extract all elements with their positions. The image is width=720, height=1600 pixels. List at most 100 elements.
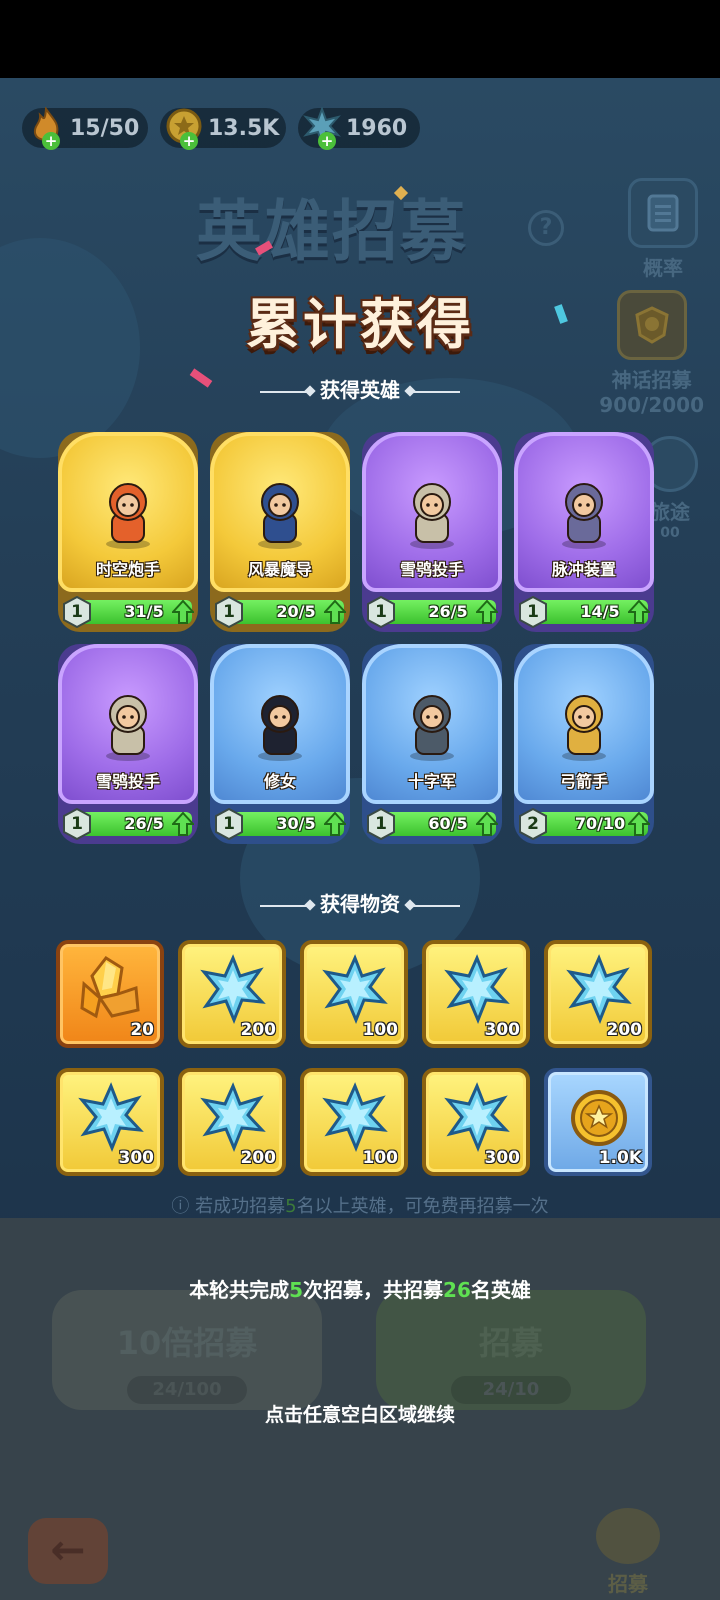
item-quantity: 300 xyxy=(118,1148,155,1168)
energy-counter[interactable]: + 15/50 xyxy=(22,107,148,150)
add-gold-icon[interactable]: + xyxy=(180,132,198,150)
hero-name: 脉冲装置 xyxy=(551,560,616,579)
summary-text-3: 名英雄 xyxy=(470,1278,531,1302)
summary-times: 5 xyxy=(289,1278,304,1302)
upgrade-arrow-icon xyxy=(322,599,348,624)
hero-level-badge: 1 xyxy=(62,596,92,628)
item-quantity: 300 xyxy=(484,1020,521,1040)
add-crystal-icon[interactable]: + xyxy=(318,132,336,150)
hero-level: 1 xyxy=(223,602,235,622)
upgrade-arrow-icon xyxy=(322,811,348,836)
reward-item[interactable]: 300 xyxy=(422,1068,530,1176)
hero-card[interactable]: 雪鸮投手 26/5 1 xyxy=(362,432,502,632)
item-quantity: 200 xyxy=(240,1020,277,1040)
hero-card[interactable]: 十字军 60/5 1 xyxy=(362,644,502,844)
divider xyxy=(260,904,310,907)
reward-item[interactable]: 1.0K xyxy=(544,1068,652,1176)
upgrade-arrow-icon xyxy=(170,599,196,624)
heroes-section-header: 获得英雄 xyxy=(0,374,720,403)
hero-card[interactable]: 弓箭手 70/10 2 xyxy=(514,644,654,844)
hero-level-badge: 1 xyxy=(366,596,396,628)
add-energy-icon[interactable]: + xyxy=(42,132,60,150)
hero-level: 1 xyxy=(71,602,83,622)
divider xyxy=(260,390,310,393)
hero-name: 雪鸮投手 xyxy=(95,772,160,791)
hero-portrait xyxy=(392,684,472,764)
reward-item[interactable]: 200 xyxy=(178,1068,286,1176)
crystal-counter[interactable]: + 1960 xyxy=(298,107,420,150)
hint-suffix: 名以上英雄，可免费再招募一次 xyxy=(296,1196,549,1217)
upgrade-arrow-icon xyxy=(626,599,652,624)
hero-name: 风暴魔导 xyxy=(247,560,312,579)
hero-name: 弓箭手 xyxy=(559,772,608,791)
hero-portrait xyxy=(392,472,472,552)
gold-value: 13.5K xyxy=(208,115,280,141)
item-quantity: 20 xyxy=(130,1020,154,1040)
tap-to-continue[interactable]: 点击任意空白区域继续 xyxy=(0,1400,720,1427)
hero-level: 1 xyxy=(375,602,387,622)
status-bar xyxy=(0,0,720,78)
crystal-value: 1960 xyxy=(346,115,408,141)
hero-card[interactable]: 雪鸮投手 26/5 1 xyxy=(58,644,198,844)
reward-item[interactable]: 200 xyxy=(544,940,652,1048)
upgrade-arrow-icon xyxy=(626,811,652,836)
hero-level: 1 xyxy=(223,814,235,834)
blue-crystal-icon xyxy=(442,1082,512,1152)
upgrade-arrow-icon xyxy=(170,811,196,836)
recruit-summary: 本轮共完成5次招募，共招募26名英雄 xyxy=(0,1274,720,1303)
summary-text-2: 次招募，共招募 xyxy=(303,1278,444,1302)
hero-name: 时空炮手 xyxy=(95,560,160,579)
upgrade-arrow-icon xyxy=(474,599,500,624)
hero-portrait xyxy=(88,472,168,552)
hero-level-badge: 1 xyxy=(62,808,92,840)
hero-level: 1 xyxy=(527,602,539,622)
item-quantity: 100 xyxy=(362,1148,399,1168)
summary-count: 26 xyxy=(443,1278,471,1302)
document-icon xyxy=(628,178,698,248)
blue-crystal-icon xyxy=(442,954,512,1024)
game-screen[interactable]: + 15/50 + 13.5K + 1960 英雄招募 ? 概率 神话招募 90… xyxy=(0,78,720,1600)
hero-portrait xyxy=(544,684,624,764)
items-section-title: 获得物资 xyxy=(320,892,400,916)
hero-level-badge: 2 xyxy=(518,808,548,840)
reward-item[interactable]: 200 xyxy=(178,940,286,1048)
hero-level-badge: 1 xyxy=(366,808,396,840)
items-section-header: 获得物资 xyxy=(0,888,720,917)
hero-level: 1 xyxy=(71,814,83,834)
hero-level-badge: 1 xyxy=(214,596,244,628)
hero-name: 十字军 xyxy=(407,772,456,791)
hero-card[interactable]: 时空炮手 31/5 1 xyxy=(58,432,198,632)
item-quantity: 200 xyxy=(606,1020,643,1040)
amber-crystal-icon xyxy=(76,954,146,1024)
divider xyxy=(410,904,460,907)
hint-prefix: ⓘ 若成功招募 xyxy=(171,1196,286,1217)
energy-value: 15/50 xyxy=(70,115,140,141)
hero-portrait xyxy=(544,472,624,552)
divider xyxy=(410,390,460,393)
help-icon[interactable]: ? xyxy=(528,210,564,246)
hero-portrait xyxy=(240,684,320,764)
hero-card[interactable]: 风暴魔导 20/5 1 xyxy=(210,432,350,632)
hero-card[interactable]: 脉冲装置 14/5 1 xyxy=(514,432,654,632)
heroes-section-title: 获得英雄 xyxy=(320,378,400,402)
reward-item[interactable]: 300 xyxy=(422,940,530,1048)
hero-name: 雪鸮投手 xyxy=(399,560,464,579)
reward-item[interactable]: 100 xyxy=(300,1068,408,1176)
hero-level-badge: 1 xyxy=(214,808,244,840)
blue-crystal-icon xyxy=(198,1082,268,1152)
probability-button[interactable]: 概率 xyxy=(628,178,698,281)
probability-label: 概率 xyxy=(643,256,683,280)
blue-crystal-icon xyxy=(564,954,634,1024)
gold-counter[interactable]: + 13.5K xyxy=(160,108,286,150)
blue-crystal-icon xyxy=(198,954,268,1024)
hero-name: 修女 xyxy=(263,772,296,791)
reward-item[interactable]: 300 xyxy=(56,1068,164,1176)
hero-card[interactable]: 修女 30/5 1 xyxy=(210,644,350,844)
recruit-title-bg: 英雄招募 xyxy=(196,193,468,270)
reward-item[interactable]: 20 xyxy=(56,940,164,1048)
cumulative-rewards-title: 累计获得 xyxy=(246,293,474,356)
reward-item[interactable]: 100 xyxy=(300,940,408,1048)
item-quantity: 1.0K xyxy=(598,1148,642,1168)
upgrade-arrow-icon xyxy=(474,811,500,836)
item-quantity: 300 xyxy=(484,1148,521,1168)
